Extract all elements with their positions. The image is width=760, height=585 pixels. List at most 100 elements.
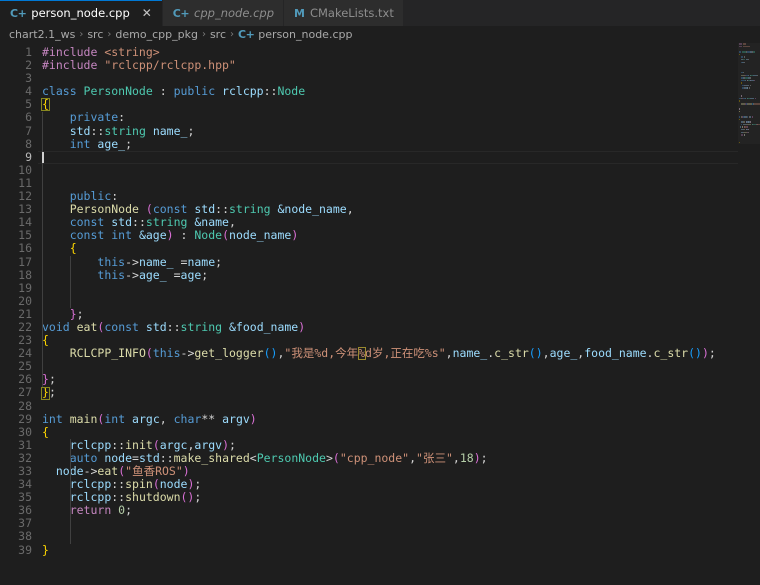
breadcrumb-item-src[interactable]: src [87, 28, 103, 41]
code-token: name_ [152, 123, 188, 138]
code-token: () [528, 346, 543, 361]
code-token: ** [201, 411, 223, 426]
line-number: 17 [18, 254, 32, 269]
line-number: 10 [18, 162, 32, 177]
code-lines[interactable]: 1 #include <string> 2 #include "rclcpp/rclc… [0, 43, 760, 557]
close-icon[interactable]: ✕ [141, 7, 153, 19]
breadcrumb-item-package[interactable]: demo_cpp_pkg [115, 28, 198, 41]
code-token: "张三" [416, 450, 453, 465]
tab-person-node-cpp[interactable]: C+ person_node.cpp ✕ [0, 0, 163, 26]
code-token: RCLCPP_INFO [69, 346, 146, 361]
cpp-file-icon: C+ [10, 6, 27, 20]
code-token: int [104, 411, 133, 426]
breadcrumb-item-workspace[interactable]: chart2.1_ws [9, 28, 75, 41]
line-content [32, 72, 42, 85]
line-content [32, 360, 42, 373]
code-line[interactable]: 29 int main(int argc, char** argv) [0, 411, 760, 426]
code-token: &node_name [277, 202, 347, 217]
line-content: }; [32, 386, 56, 399]
code-line[interactable]: 24 RCLCPP_INFO(this->get_logger(),"我是%d,… [0, 347, 760, 360]
code-line[interactable]: 4 class PersonNode : public rclcpp::Node [0, 85, 760, 98]
code-token: int [111, 228, 139, 243]
code-token: ( [145, 346, 153, 361]
line-number: 6 [25, 110, 32, 125]
code-token: argc [132, 411, 160, 426]
breadcrumb-label: person_node.cpp [258, 28, 353, 41]
code-token: "cpp_node" [339, 450, 410, 465]
code-token: food_name [584, 346, 647, 361]
tab-cmakelists-txt[interactable]: M CMakeLists.txt [284, 0, 404, 26]
line-content: RCLCPP_INFO(this->get_logger(),"我是%d,今年%… [32, 347, 716, 360]
code-token: int [69, 136, 98, 151]
code-token: argv [194, 437, 223, 452]
code-line[interactable]: 9 [0, 150, 760, 164]
code-token: : [118, 110, 126, 125]
code-token: ( [332, 450, 340, 465]
code-token: :: [90, 123, 105, 138]
code-token: string [229, 202, 278, 217]
code-token: #include [42, 45, 105, 59]
code-token: :: [111, 490, 126, 505]
code-line[interactable]: 18 this->age_ =age; [0, 267, 760, 282]
code-token: :: [166, 319, 181, 334]
tab-cpp-node-cpp[interactable]: C+ cpp_node.cpp [162, 0, 284, 26]
code-token: ; [194, 490, 202, 505]
code-token: const [152, 202, 195, 217]
line-content: this->age_ =age; [32, 267, 208, 282]
code-line[interactable]: 39} [0, 542, 760, 557]
code-token: PersonNode [83, 84, 160, 99]
breadcrumb-label: chart2.1_ws [9, 28, 76, 41]
code-token: name_ [452, 346, 488, 361]
code-token: rclcpp [69, 490, 112, 505]
code-token: () [688, 346, 702, 361]
line-content [32, 517, 42, 530]
code-token: string [145, 215, 195, 230]
code-token: ( [145, 202, 153, 217]
breadcrumb-label: src [209, 28, 226, 41]
breadcrumb-separator: › [230, 29, 234, 40]
code-line[interactable]: 19 [0, 281, 760, 295]
code-line[interactable]: 25 [0, 360, 760, 373]
code-token: this [152, 346, 181, 361]
minimap-line [738, 141, 760, 145]
code-token: std [194, 202, 216, 217]
breadcrumb-item-src-inner[interactable]: src [210, 28, 226, 41]
code-token: { [69, 241, 77, 256]
line-content: void eat(const std::string &food_name) [32, 319, 305, 334]
code-token: const [104, 319, 146, 334]
code-line[interactable]: 36 return 0; [0, 504, 760, 517]
code-token: ) [473, 450, 481, 465]
code-line[interactable]: 22 void eat(const std::string &food_name) [0, 319, 760, 334]
code-line[interactable]: 2 #include "rclcpp/rclcpp.hpp" [0, 58, 760, 72]
code-token: ) [182, 464, 190, 478]
code-line[interactable]: 37 [0, 517, 760, 530]
code-token: -> [125, 254, 139, 269]
breadcrumb-item-file[interactable]: C+ person_node.cpp [238, 28, 352, 41]
code-token: } [42, 542, 49, 557]
code-editor[interactable]: 1 #include <string> 2 #include "rclcpp/rclc… [0, 43, 760, 585]
code-token: std [111, 215, 133, 230]
minimap[interactable] [738, 43, 760, 585]
code-token: rclcpp [69, 437, 112, 452]
code-line[interactable]: 26}; [0, 373, 760, 386]
code-token: c_str [494, 346, 529, 361]
code-token: node [55, 464, 84, 478]
breadcrumb-label: src [87, 28, 104, 41]
code-line[interactable]: 27}; [0, 386, 760, 399]
code-line[interactable]: 15 const int &age) : Node(node_name) [0, 229, 760, 242]
code-line[interactable]: 20 [0, 294, 760, 308]
code-token: spin [125, 477, 153, 492]
cpp-file-icon: C+ [172, 6, 190, 20]
code-line[interactable]: 8 int age_; [0, 136, 760, 151]
code-line[interactable]: 38 [0, 530, 760, 543]
code-line[interactable]: 10 [0, 162, 760, 177]
line-number: 30 [18, 424, 32, 439]
code-token: Node [277, 84, 306, 99]
code-token: age_ [138, 267, 174, 282]
